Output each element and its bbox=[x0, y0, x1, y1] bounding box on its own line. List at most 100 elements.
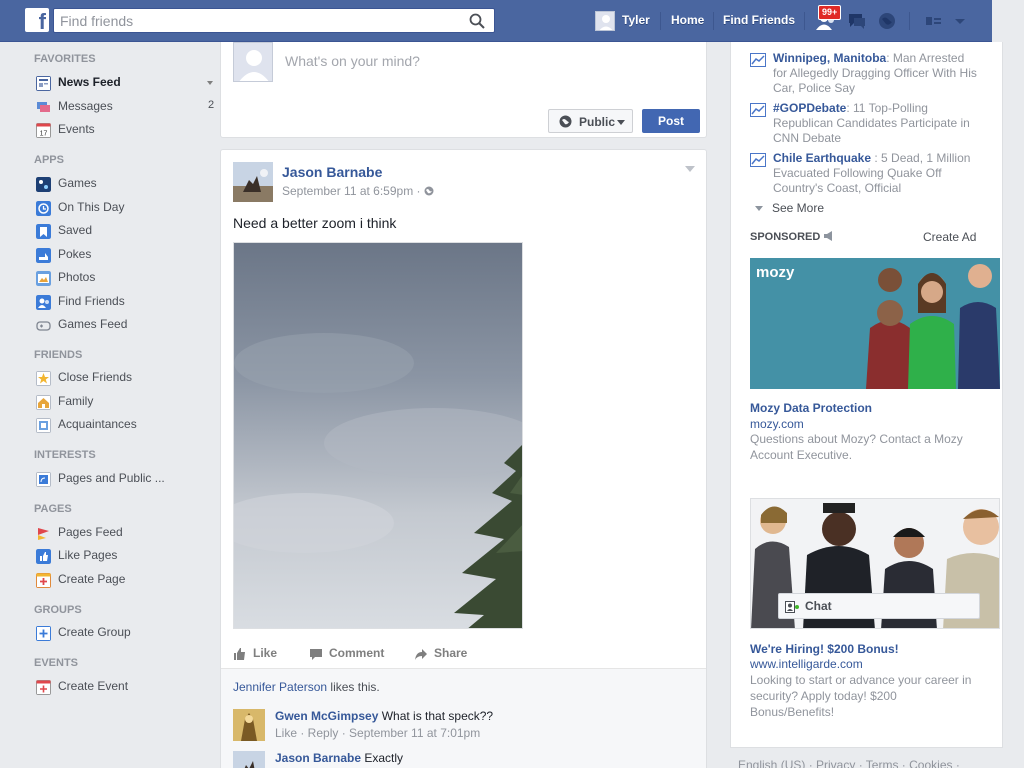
find-friends-icon bbox=[36, 295, 51, 310]
chat-label: Chat bbox=[805, 599, 832, 613]
news-feed-options-icon[interactable] bbox=[207, 81, 213, 85]
trending-title[interactable]: Winnipeg, Manitoba bbox=[773, 51, 886, 65]
sidebar-item-games-feed[interactable]: Games Feed bbox=[30, 314, 220, 336]
top-bar: f Tyler Home Find Friends 99+ bbox=[0, 0, 992, 42]
comment-actions[interactable]: Like · Reply · September 11 at 7:01pm bbox=[275, 726, 480, 740]
see-more-chevron-icon bbox=[755, 206, 763, 211]
comment-bubble-icon bbox=[310, 649, 322, 660]
sidebar-item-acquaintances[interactable]: Acquaintances bbox=[30, 414, 220, 436]
post-timestamp[interactable]: September 11 at 6:59pm · bbox=[282, 184, 434, 198]
see-more-link[interactable]: See More bbox=[772, 201, 824, 215]
house-icon bbox=[36, 395, 51, 410]
facebook-logo-icon[interactable]: f bbox=[25, 8, 49, 32]
post-button[interactable]: Post bbox=[642, 109, 700, 133]
search-input[interactable] bbox=[54, 9, 454, 32]
create-ad-link[interactable]: Create Ad bbox=[923, 230, 976, 244]
sidebar-item-label: Pokes bbox=[58, 247, 92, 261]
ad-image-mozy[interactable]: mozy bbox=[750, 258, 1000, 389]
sidebar-item-label: Create Event bbox=[58, 679, 129, 693]
status-input[interactable]: What's on your mind? bbox=[285, 53, 420, 69]
messages-icon[interactable] bbox=[846, 10, 868, 32]
sidebar-item-create-page[interactable]: Create Page bbox=[30, 569, 220, 591]
commenter-avatar[interactable] bbox=[233, 751, 265, 768]
sponsored-heading: SPONSORED bbox=[750, 231, 834, 243]
notifications-globe-icon[interactable] bbox=[876, 10, 898, 32]
search-icon[interactable] bbox=[468, 12, 486, 30]
comment-text: Jason Barnabe Exactly bbox=[275, 751, 403, 765]
status-composer: What's on your mind? Public Post bbox=[220, 42, 707, 138]
author-name[interactable]: Jason Barnabe bbox=[282, 164, 382, 180]
public-globe-icon bbox=[424, 186, 434, 196]
ad-title[interactable]: Mozy Data Protection bbox=[750, 401, 872, 415]
account-menu-chevron-icon[interactable] bbox=[949, 10, 971, 32]
chat-tab[interactable]: Chat bbox=[778, 593, 980, 619]
share-label: Share bbox=[434, 646, 468, 660]
commenter-name[interactable]: Gwen McGimpsey bbox=[275, 709, 378, 723]
acquaintances-icon bbox=[36, 418, 51, 433]
trending-arrow-icon bbox=[750, 53, 766, 67]
privacy-shortcuts-icon[interactable] bbox=[923, 10, 945, 32]
post-photo[interactable] bbox=[233, 242, 523, 629]
bookmark-icon bbox=[36, 224, 51, 239]
sidebar-item-label: Find Friends bbox=[58, 294, 125, 308]
sidebar-item-on-this-day[interactable]: On This Day bbox=[30, 197, 220, 219]
create-group-icon bbox=[36, 626, 51, 641]
sidebar-item-photos[interactable]: Photos bbox=[30, 267, 220, 289]
sidebar-item-create-group[interactable]: Create Group bbox=[30, 622, 220, 644]
comment-message: Exactly bbox=[361, 751, 404, 765]
sidebar-item-pokes[interactable]: Pokes bbox=[30, 244, 220, 266]
commenter-avatar[interactable] bbox=[233, 709, 265, 741]
find-friends-link[interactable]: Find Friends bbox=[723, 13, 795, 27]
sidebar-item-pages-public[interactable]: Pages and Public ... bbox=[30, 468, 220, 490]
profile-link[interactable]: Tyler bbox=[622, 13, 650, 27]
megaphone-icon bbox=[824, 231, 833, 241]
sidebar-item-like-pages[interactable]: Like Pages bbox=[30, 545, 220, 567]
sidebar-item-label: Close Friends bbox=[58, 370, 133, 384]
feed-story: Jason Barnabe September 11 at 6:59pm · N… bbox=[220, 149, 707, 768]
sidebar-item-label: Pages Feed bbox=[58, 525, 123, 539]
flag-icon bbox=[38, 528, 49, 540]
post-time-text: September 11 at 6:59pm · bbox=[282, 184, 421, 198]
post-message: Need a better zoom i think bbox=[233, 215, 397, 231]
share-arrow-icon bbox=[415, 649, 427, 660]
nav-divider bbox=[909, 12, 910, 30]
sidebar-item-games[interactable]: Games bbox=[30, 173, 220, 195]
globe-icon bbox=[559, 115, 572, 128]
sidebar-item-create-event[interactable]: Create Event bbox=[30, 676, 220, 698]
user-avatar[interactable] bbox=[595, 11, 615, 31]
like-label: Like bbox=[253, 646, 278, 660]
sidebar-item-news-feed[interactable]: News Feed bbox=[30, 72, 220, 94]
sidebar-item-label: Games bbox=[58, 176, 97, 190]
search-box[interactable] bbox=[53, 8, 495, 33]
post-options-chevron-icon[interactable] bbox=[685, 166, 695, 172]
audience-selector-button[interactable]: Public bbox=[548, 109, 633, 133]
chat-contacts-icon bbox=[785, 601, 799, 613]
trending-arrow-icon bbox=[750, 103, 766, 117]
sidebar-item-family[interactable]: Family bbox=[30, 391, 220, 413]
section-favorites: FAVORITES bbox=[34, 53, 96, 65]
ad-title[interactable]: We're Hiring! $200 Bonus! bbox=[750, 642, 899, 656]
author-avatar[interactable] bbox=[233, 162, 273, 202]
commenter-name[interactable]: Jason Barnabe bbox=[275, 751, 361, 765]
ad-url[interactable]: mozy.com bbox=[750, 417, 804, 431]
section-groups: GROUPS bbox=[34, 604, 82, 616]
footer-links[interactable]: English (US) · Privacy · Terms · Cookies… bbox=[738, 758, 960, 768]
composer-avatar bbox=[233, 42, 273, 82]
trending-title[interactable]: Chile Earthquake bbox=[773, 151, 871, 165]
trending-title[interactable]: #GOPDebate bbox=[773, 101, 846, 115]
sidebar-item-label: Pages and Public ... bbox=[58, 471, 165, 485]
sidebar-item-find-friends[interactable]: Find Friends bbox=[30, 291, 220, 313]
liker-name[interactable]: Jennifer Paterson bbox=[233, 680, 327, 694]
sidebar-item-pages-feed[interactable]: Pages Feed bbox=[30, 522, 220, 544]
section-interests: INTERESTS bbox=[34, 449, 96, 461]
sidebar-item-messages[interactable]: Messages 2 bbox=[30, 96, 220, 118]
home-link[interactable]: Home bbox=[671, 13, 704, 27]
sidebar-item-close-friends[interactable]: Close Friends bbox=[30, 367, 220, 389]
ad-url[interactable]: www.intelligarde.com bbox=[750, 657, 863, 671]
messages-count: 2 bbox=[208, 99, 215, 111]
sidebar-item-label: Acquaintances bbox=[58, 417, 137, 431]
comment-text: Gwen McGimpsey What is that speck?? bbox=[275, 709, 493, 723]
sidebar-item-events[interactable]: 17 Events bbox=[30, 119, 220, 141]
svg-text:mozy: mozy bbox=[756, 264, 795, 281]
sidebar-item-saved[interactable]: Saved bbox=[30, 220, 220, 242]
